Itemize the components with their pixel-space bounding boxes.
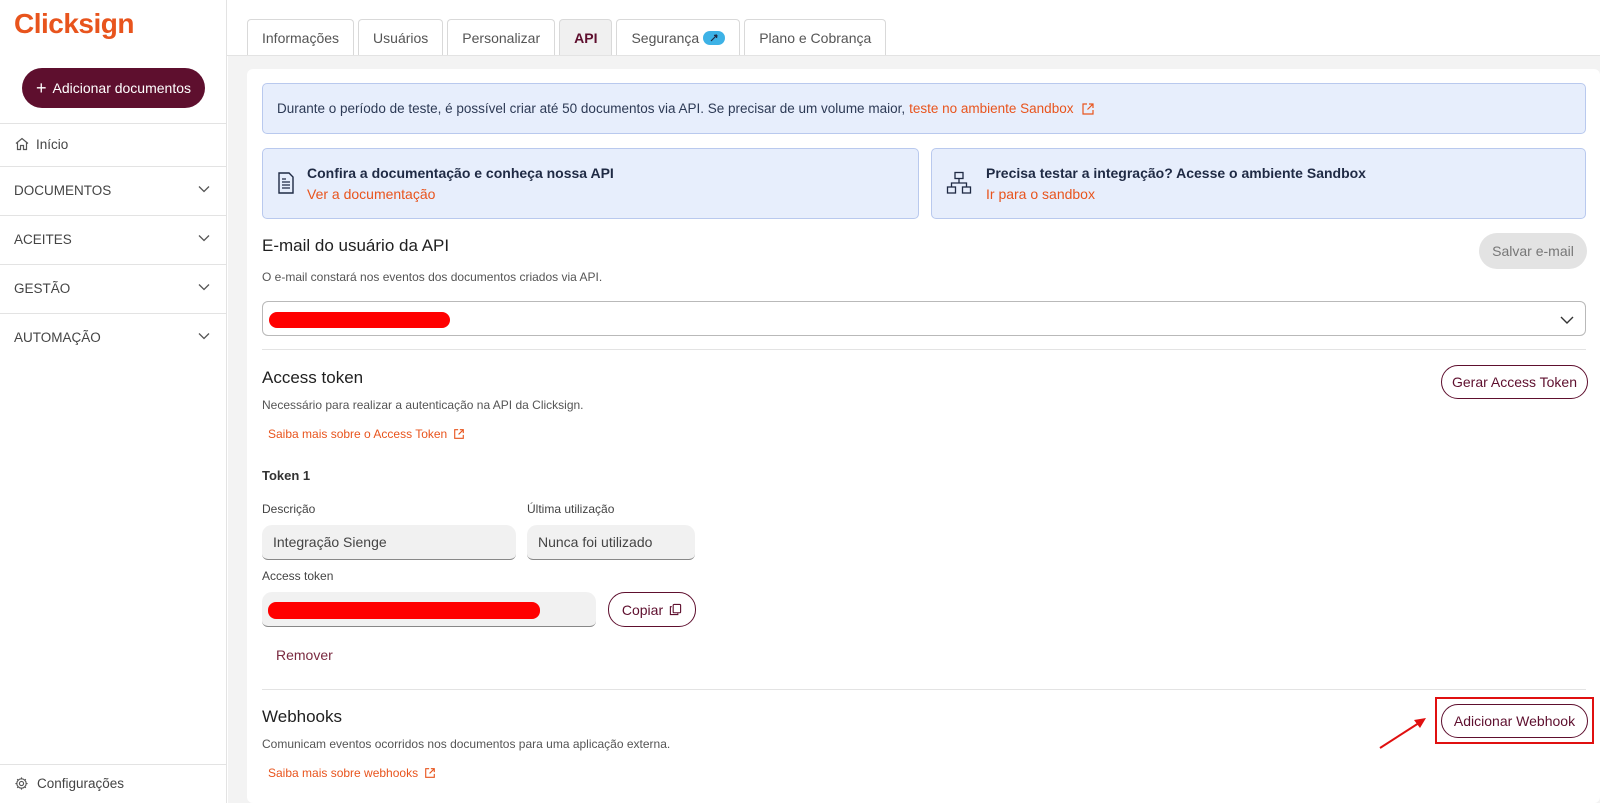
sidebar-item-label: ACEITES xyxy=(14,231,72,247)
sandbox-card-title: Precisa testar a integração? Acesse o am… xyxy=(986,165,1366,181)
annotation-highlight-box xyxy=(1435,697,1594,744)
external-link-icon xyxy=(454,429,465,439)
email-section-subtitle: O e-mail constará nos eventos dos docume… xyxy=(262,270,603,284)
tab-label: Informações xyxy=(262,29,340,46)
brand-logo[interactable]: Clicksign xyxy=(14,8,134,40)
sidebar-item-aceites[interactable]: ACEITES xyxy=(0,215,227,263)
last-used-label: Última utilização xyxy=(527,502,615,516)
sidebar: Clicksign + Adicionar documentos Início … xyxy=(0,0,227,803)
plus-icon: + xyxy=(35,78,47,98)
section-divider xyxy=(262,689,1586,690)
email-section-title: E-mail do usuário da API xyxy=(262,236,450,255)
learn-more-label: Saiba mais sobre o Access Token xyxy=(268,427,448,441)
home-icon xyxy=(15,137,29,151)
sandbox-link[interactable]: teste no ambiente Sandbox xyxy=(909,101,1073,116)
tab-informacoes[interactable]: Informações xyxy=(247,19,355,55)
tab-personalizar[interactable]: Personalizar xyxy=(447,19,556,55)
sidebar-item-home[interactable]: Início xyxy=(0,120,227,168)
app-root: Clicksign + Adicionar documentos Início … xyxy=(0,0,1600,803)
tab-label: Plano e Cobrança xyxy=(759,29,872,46)
redacted-token xyxy=(268,602,540,619)
tab-label: Personalizar xyxy=(462,29,541,46)
sidebar-item-configuracoes[interactable]: Configurações xyxy=(0,762,227,803)
document-icon xyxy=(278,172,294,194)
sidebar-item-label: DOCUMENTOS xyxy=(14,182,112,198)
tab-api[interactable]: API xyxy=(559,19,613,55)
chevron-down-icon xyxy=(198,186,210,193)
redacted-email xyxy=(269,312,450,328)
last-used-field: Nunca foi utilizado xyxy=(527,525,695,560)
network-icon xyxy=(946,171,972,194)
rocket-badge-icon xyxy=(703,30,726,45)
chevron-down-icon xyxy=(198,284,210,291)
copy-button[interactable]: Copiar xyxy=(608,592,696,627)
external-link-icon[interactable] xyxy=(1081,102,1095,116)
save-email-button[interactable]: Salvar e-mail xyxy=(1479,233,1587,269)
copy-icon xyxy=(669,603,682,616)
sandbox-card-link[interactable]: Ir para o sandbox xyxy=(986,186,1095,202)
chevron-down-icon xyxy=(198,333,210,340)
section-divider xyxy=(262,349,1586,350)
access-token-title: Access token xyxy=(262,368,364,387)
copy-label: Copiar xyxy=(621,601,664,618)
sidebar-item-label: GESTÃO xyxy=(14,280,71,296)
email-select[interactable] xyxy=(262,301,1586,336)
tab-label: Usuários xyxy=(373,29,429,46)
chevron-down-icon xyxy=(1560,316,1574,324)
webhooks-title: Webhooks xyxy=(262,707,343,726)
documentation-title: Confira a documentação e conheça nossa A… xyxy=(307,165,614,181)
documentation-link[interactable]: Ver a documentação xyxy=(307,186,435,202)
sidebar-item-label: Configurações xyxy=(37,775,125,791)
external-link-icon xyxy=(425,768,435,778)
access-token-subtitle: Necessário para realizar a autenticação … xyxy=(262,398,584,412)
webhooks-subtitle: Comunicam eventos ocorridos nos document… xyxy=(262,737,671,751)
tab-usuarios[interactable]: Usuários xyxy=(358,19,444,55)
documentation-card: Confira a documentação e conheça nossa A… xyxy=(262,148,919,219)
tab-plano-cobranca[interactable]: Plano e Cobrança xyxy=(744,19,887,55)
trial-info-banner: Durante o período de teste, é possível c… xyxy=(262,83,1586,134)
remove-token-button[interactable]: Remover xyxy=(276,647,333,663)
settings-tabs: Informações Usuários Personalizar API Se… xyxy=(247,19,887,55)
access-token-field-label: Access token xyxy=(262,569,334,583)
sidebar-item-automacao[interactable]: AUTOMAÇÃO xyxy=(0,313,227,361)
token-name: Token 1 xyxy=(262,468,311,483)
gear-icon xyxy=(15,776,28,790)
generate-access-token-button[interactable]: Gerar Access Token xyxy=(1441,365,1588,399)
description-field[interactable]: Integração Sienge xyxy=(262,525,516,560)
sidebar-item-label: AUTOMAÇÃO xyxy=(14,329,101,345)
sidebar-item-documentos[interactable]: DOCUMENTOS xyxy=(0,166,227,214)
annotation-arrow-icon xyxy=(1379,718,1426,749)
tab-label: API xyxy=(574,29,598,46)
webhooks-learn-more-link[interactable]: Saiba mais sobre webhooks xyxy=(268,766,436,780)
access-token-learn-more-link[interactable]: Saiba mais sobre o Access Token xyxy=(268,427,465,441)
add-documents-button[interactable]: + Adicionar documentos xyxy=(22,68,205,108)
chevron-down-icon xyxy=(198,235,210,242)
sidebar-item-gestao[interactable]: GESTÃO xyxy=(0,264,227,312)
banner-text: Durante o período de teste, é possível c… xyxy=(277,101,906,116)
sidebar-item-label: Início xyxy=(36,136,69,152)
access-token-field[interactable] xyxy=(262,592,596,627)
tab-label: Segurança xyxy=(631,29,700,46)
description-label: Descrição xyxy=(262,502,316,516)
add-documents-label: Adicionar documentos xyxy=(52,80,192,96)
learn-more-label: Saiba mais sobre webhooks xyxy=(268,766,419,780)
tab-seguranca[interactable]: Segurança xyxy=(616,19,741,55)
sandbox-card: Precisa testar a integração? Acesse o am… xyxy=(931,148,1586,219)
